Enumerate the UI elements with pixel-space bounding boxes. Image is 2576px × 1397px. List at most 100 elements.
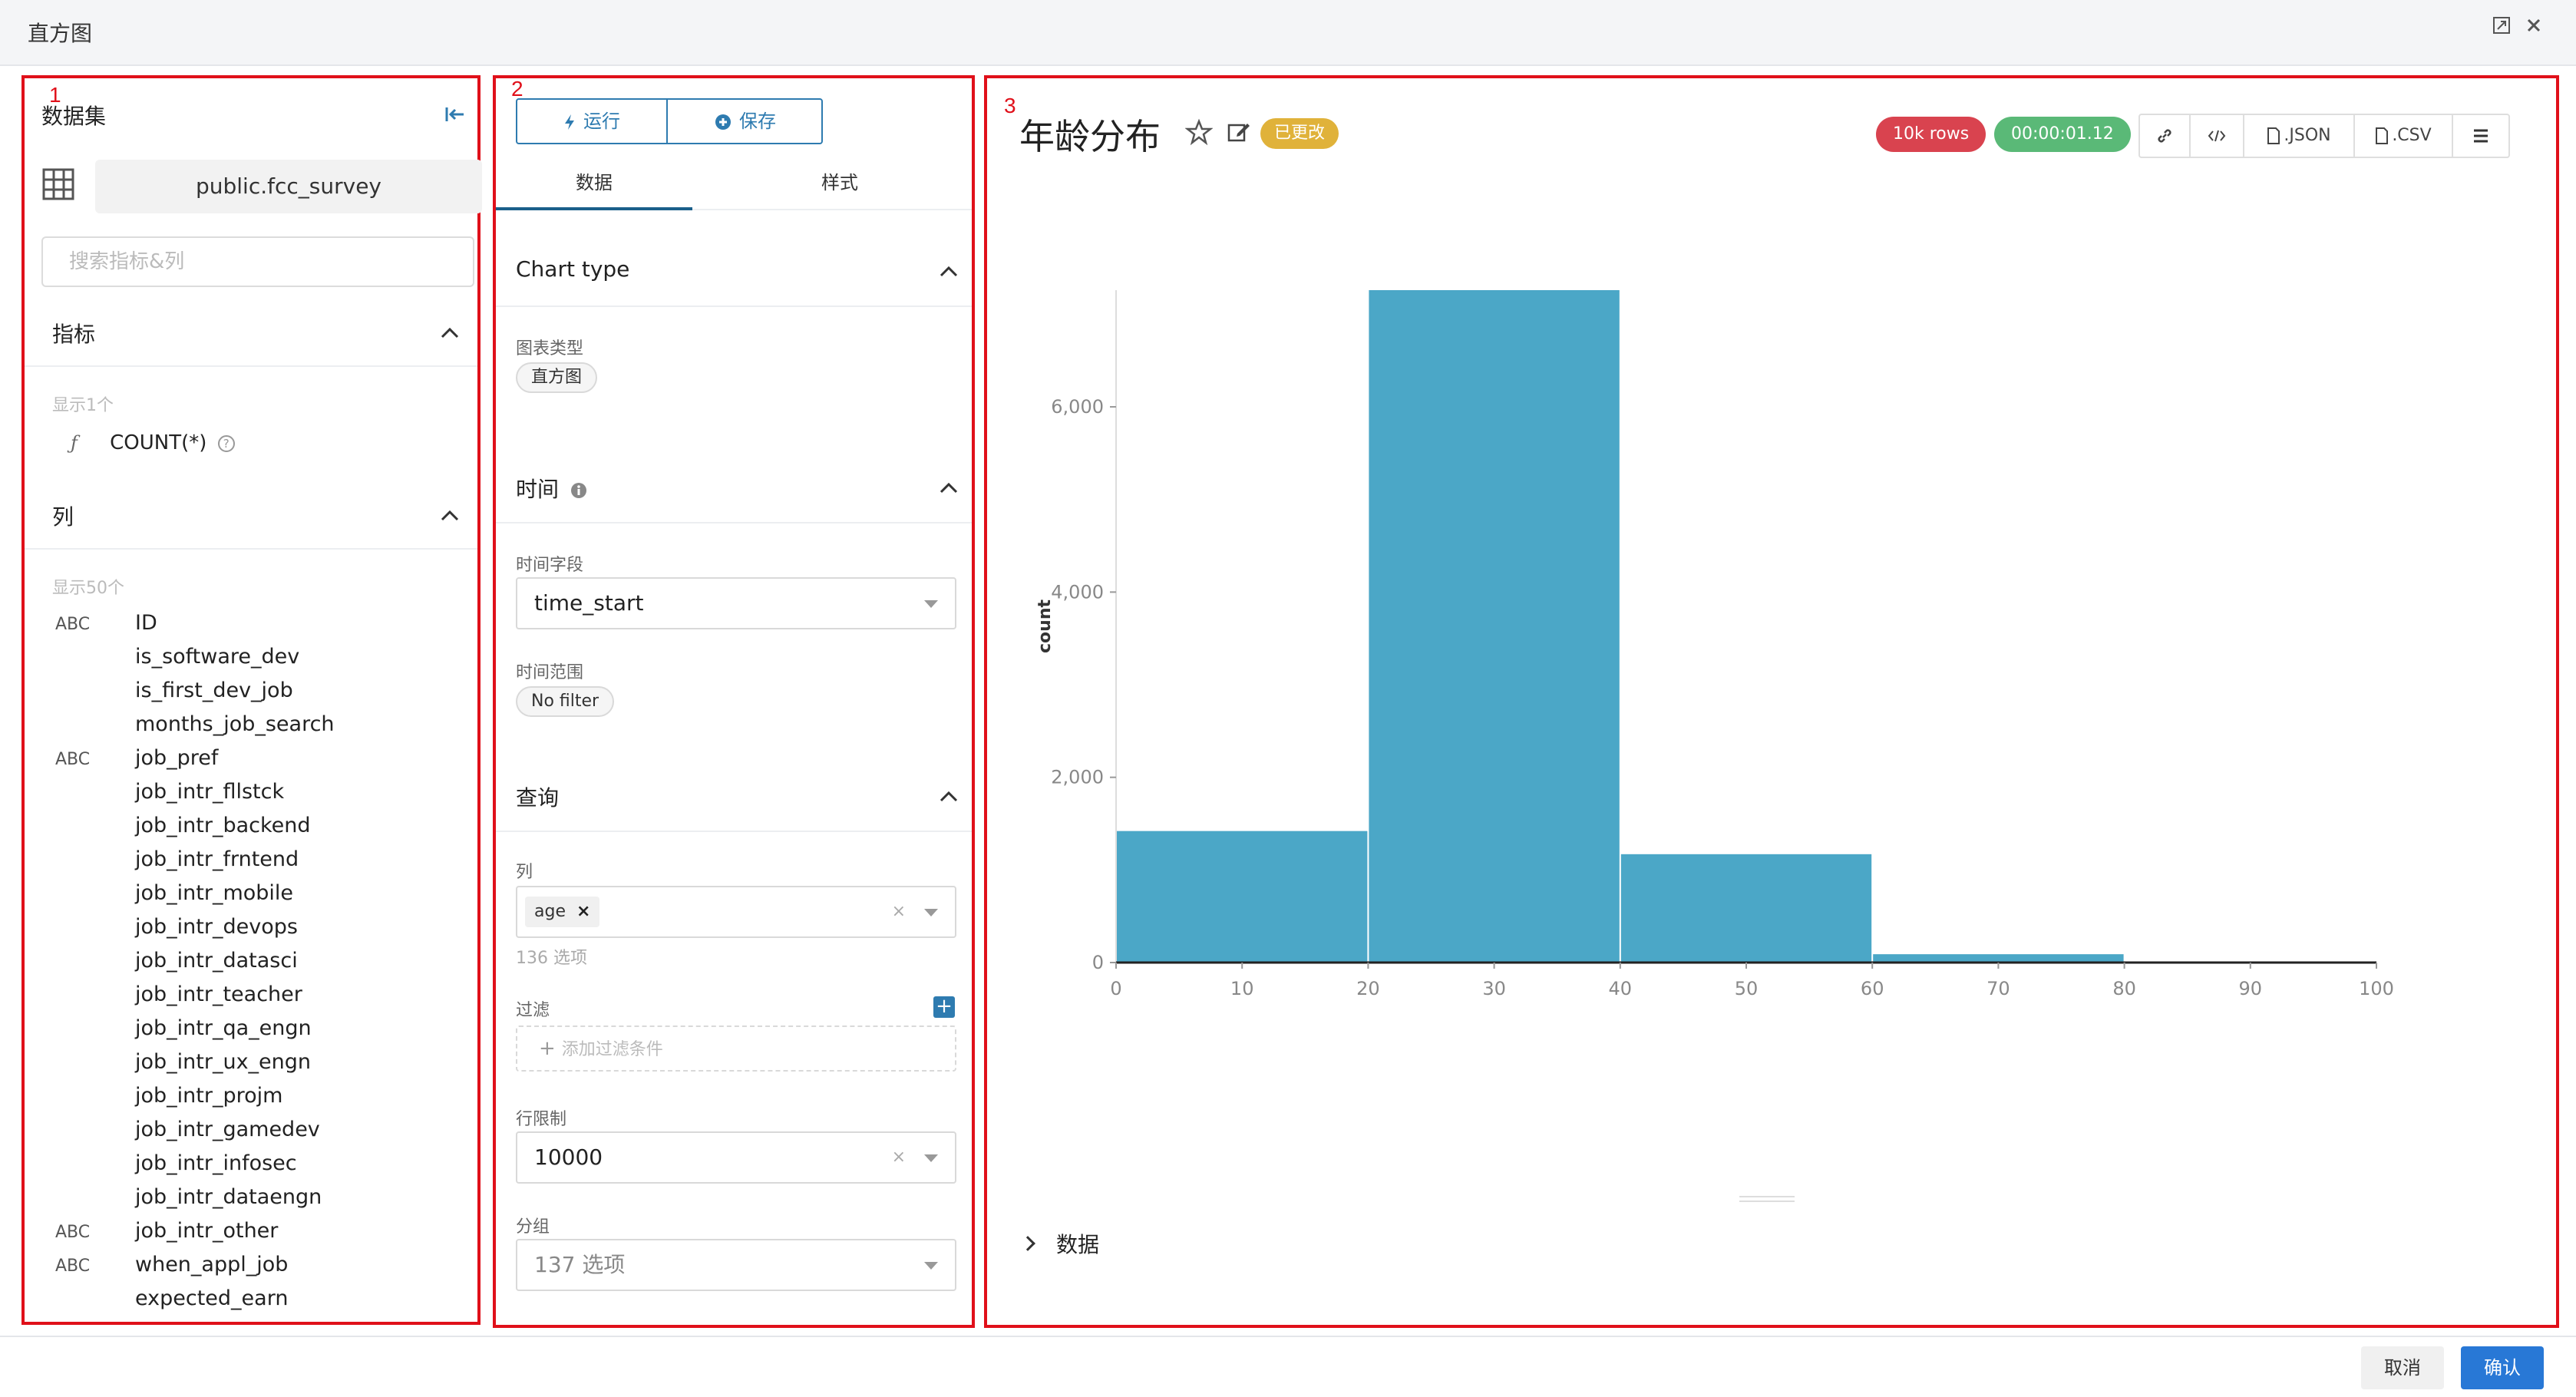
groupby-select[interactable]: 137 选项 — [516, 1239, 956, 1291]
active-tab-indicator — [496, 207, 692, 210]
control-panel: 2 运行 保存 数据 样式 Chart type 图表类型 直方图 时间 时间字… — [493, 75, 975, 1328]
column-item[interactable]: job_intr_frntend — [55, 843, 470, 877]
column-name: job_intr_mobile — [135, 881, 294, 905]
column-item[interactable]: job_intr_fllstck — [55, 775, 470, 809]
export-json-button[interactable]: .JSON — [2244, 115, 2355, 157]
chevron-up-icon[interactable] — [439, 325, 461, 339]
add-filter-box[interactable]: + 添加过滤条件 — [516, 1025, 956, 1072]
column-item[interactable]: job_intr_teacher — [55, 978, 470, 1012]
modal-title-bar: 直方图 — [0, 0, 2576, 66]
confirm-button[interactable]: 确认 — [2461, 1346, 2544, 1389]
link-icon[interactable] — [2140, 115, 2191, 157]
column-tag[interactable]: age × — [525, 897, 600, 927]
column-name: job_intr_qa_engn — [135, 1016, 312, 1040]
column-item[interactable]: job_intr_projm — [55, 1079, 470, 1113]
time-header[interactable]: 时间 — [516, 473, 587, 504]
groupby-label: 分组 — [516, 1217, 550, 1237]
query-header[interactable]: 查询 — [516, 781, 559, 812]
x-tick-label: 100 — [2359, 978, 2394, 999]
add-filter-icon[interactable]: + — [933, 996, 955, 1018]
column-name: job_intr_frntend — [135, 847, 299, 871]
function-icon: ƒ — [71, 432, 78, 454]
file-icon — [2267, 127, 2280, 144]
column-item[interactable]: job_intr_datasci — [55, 944, 470, 978]
metric-item[interactable]: ƒ COUNT(*) ? — [71, 431, 235, 454]
row-limit-label: 行限制 — [516, 1110, 567, 1129]
columns-label: 列 — [516, 863, 533, 882]
column-name: job_intr_ux_engn — [135, 1050, 312, 1074]
restore-icon[interactable] — [2490, 15, 2513, 38]
resize-handle[interactable] — [1739, 1196, 1795, 1202]
file-icon — [2376, 127, 2389, 144]
data-section-toggle[interactable]: 数据 — [1020, 1228, 1099, 1259]
help-icon[interactable]: ? — [217, 434, 235, 452]
column-name: job_intr_dataengn — [135, 1185, 322, 1209]
row-limit-select[interactable]: 10000 × — [516, 1131, 956, 1184]
action-button-group: 运行 保存 — [516, 98, 823, 144]
x-tick-label: 70 — [1986, 978, 2010, 999]
chart-panel: 3 年龄分布 已更改 10k rows 00:00:01.12 .JSON .C… — [984, 75, 2559, 1328]
column-item[interactable]: job_intr_mobile — [55, 877, 470, 910]
histogram-bar — [1620, 854, 1872, 963]
column-item[interactable]: job_intr_qa_engn — [55, 1012, 470, 1045]
column-name: job_pref — [135, 746, 219, 770]
columns-options-count: 136 选项 — [516, 949, 587, 968]
column-item[interactable]: is_first_dev_job — [55, 674, 470, 708]
columns-header[interactable]: 列 — [52, 500, 74, 531]
divider — [496, 305, 972, 307]
column-item[interactable]: job_intr_ux_engn — [55, 1045, 470, 1079]
search-input[interactable]: 搜索指标&列 — [41, 236, 474, 287]
column-type-label: ABC — [55, 1257, 91, 1276]
code-icon[interactable] — [2191, 115, 2244, 157]
x-tick-label: 50 — [1735, 978, 1759, 999]
cancel-button[interactable]: 取消 — [2361, 1346, 2444, 1389]
column-name: job_intr_gamedev — [135, 1118, 320, 1141]
datasource-row[interactable]: public.fcc_survey — [41, 160, 482, 213]
x-tick-label: 10 — [1230, 978, 1254, 999]
column-item[interactable]: months_job_search — [55, 708, 470, 741]
column-item[interactable]: ABC ID — [55, 606, 470, 640]
export-csv-button[interactable]: .CSV — [2355, 115, 2453, 157]
metrics-header[interactable]: 指标 — [52, 318, 95, 348]
column-name: job_intr_devops — [135, 915, 298, 939]
chevron-up-icon[interactable] — [938, 264, 959, 278]
column-item[interactable]: ABC job_intr_other — [55, 1214, 470, 1248]
chart-type-label: 图表类型 — [516, 339, 584, 358]
column-name: expected_earn — [135, 1286, 289, 1310]
time-range-pill[interactable]: No filter — [516, 686, 615, 717]
column-item[interactable]: is_software_dev — [55, 640, 470, 674]
save-button[interactable]: 保存 — [669, 100, 821, 143]
chevron-up-icon[interactable] — [439, 508, 461, 522]
time-field-select[interactable]: time_start — [516, 577, 956, 629]
run-button[interactable]: 运行 — [517, 100, 668, 143]
column-list: ABC ID is_software_dev is_first_dev_jobmont… — [55, 606, 470, 1316]
column-item[interactable]: job_intr_gamedev — [55, 1113, 470, 1147]
column-item[interactable]: expected_earn — [55, 1282, 470, 1316]
column-type-label: ABC — [55, 1223, 91, 1242]
menu-icon[interactable] — [2453, 115, 2508, 157]
chevron-up-icon[interactable] — [938, 481, 959, 494]
close-icon[interactable] — [2522, 15, 2545, 38]
column-item[interactable]: job_intr_infosec — [55, 1147, 470, 1181]
column-item[interactable]: ABC when_appl_job — [55, 1248, 470, 1282]
datasource-name[interactable]: public.fcc_survey — [95, 160, 482, 213]
edit-icon[interactable] — [1227, 120, 1251, 144]
columns-select[interactable]: age × × — [516, 886, 956, 938]
column-name: months_job_search — [135, 712, 335, 736]
column-item[interactable]: job_intr_dataengn — [55, 1181, 470, 1214]
chart-title[interactable]: 年龄分布 — [1019, 109, 1161, 160]
metrics-count: 显示1个 — [52, 396, 114, 415]
chevron-up-icon[interactable] — [938, 789, 959, 803]
chart-type-pill[interactable]: 直方图 — [516, 362, 598, 393]
column-item[interactable]: ABC job_pref — [55, 741, 470, 775]
column-item[interactable]: job_intr_devops — [55, 910, 470, 944]
chart-type-header[interactable]: Chart type — [516, 256, 629, 282]
tab-style[interactable]: 样式 — [741, 167, 938, 194]
column-name: job_intr_projm — [135, 1084, 283, 1108]
control-tabs: 数据 样式 — [496, 155, 972, 210]
column-item[interactable]: job_intr_backend — [55, 809, 470, 843]
tab-data[interactable]: 数据 — [496, 167, 692, 194]
collapse-panel-icon[interactable] — [444, 104, 467, 124]
star-icon[interactable] — [1184, 118, 1214, 146]
divider — [496, 831, 972, 832]
